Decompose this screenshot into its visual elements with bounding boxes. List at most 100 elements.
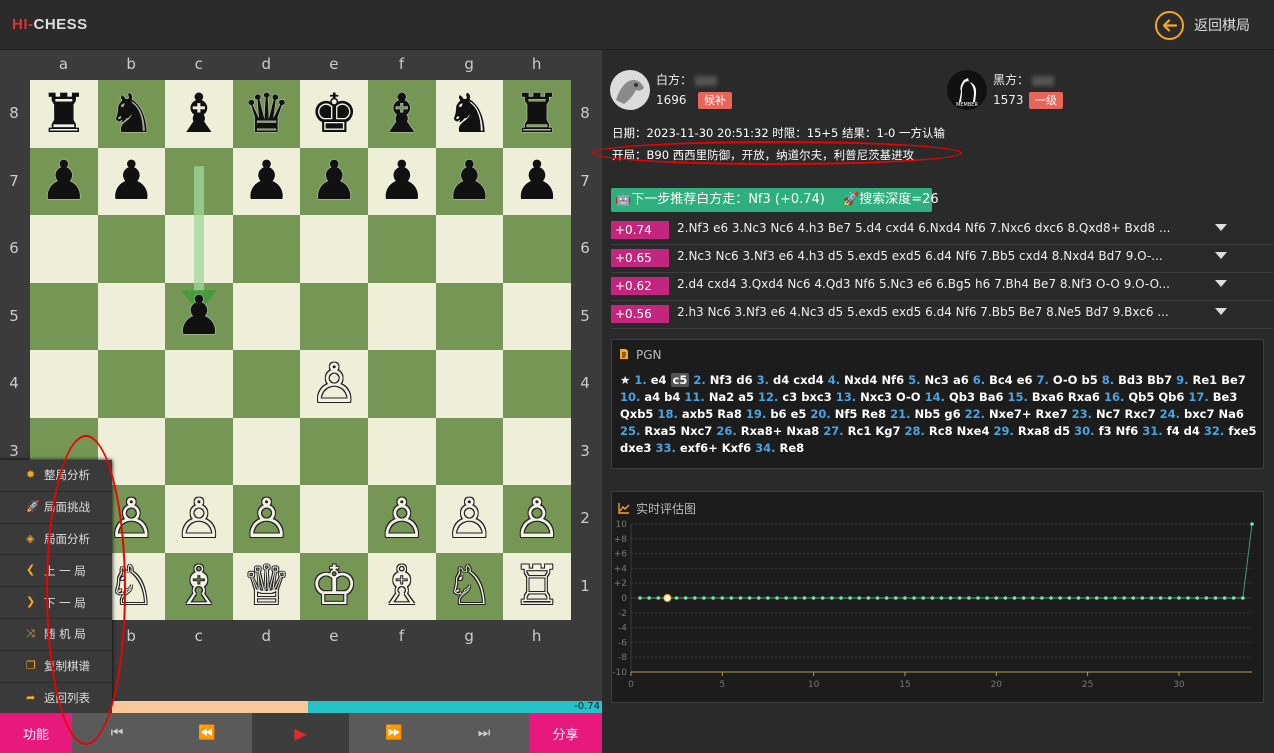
pgn-move[interactable]: bxc3 (801, 390, 831, 404)
pgn-move[interactable]: e6 (1017, 373, 1033, 387)
pgn-move[interactable]: b6 (770, 407, 786, 421)
pgn-move[interactable]: Rxa6 (1068, 390, 1100, 404)
pgn-move[interactable]: Rc8 (929, 424, 953, 438)
caret-down-icon[interactable] (1215, 308, 1227, 315)
black-bishop-icon[interactable]: ♝ (368, 80, 436, 148)
pgn-move[interactable]: d6 (736, 373, 752, 387)
pgn-move[interactable]: Nc7 (1096, 407, 1120, 421)
pgn-move[interactable]: Rxc7 (1124, 407, 1155, 421)
pgn-move[interactable]: Nxa8 (786, 424, 819, 438)
black-pawn-icon[interactable]: ♟ (503, 148, 571, 216)
pgn-move[interactable]: Nxe7+ (989, 407, 1031, 421)
last-move-button[interactable]: ⏭ (439, 713, 529, 753)
pgn-move[interactable]: g6 (944, 407, 960, 421)
black-avatar[interactable]: MEMBER (947, 70, 987, 110)
pgn-move[interactable]: d4 (773, 373, 789, 387)
black-pawn-icon[interactable]: ♟ (30, 148, 98, 216)
pgn-move[interactable]: Nxc3 (860, 390, 892, 404)
black-queen-icon[interactable]: ♛ (233, 80, 301, 148)
share-button[interactable]: 分享 (529, 713, 602, 753)
pgn-move[interactable]: Be7 (1221, 373, 1246, 387)
pgn-move[interactable]: Re8 (779, 441, 804, 455)
black-pawn-icon[interactable]: ♟ (165, 283, 233, 351)
pgn-move[interactable]: Na6 (1218, 407, 1243, 421)
white-pawn-icon[interactable]: ♙ (300, 350, 368, 418)
pgn-move[interactable]: Na2 (709, 390, 734, 404)
pgn-move[interactable]: Qb6 (1158, 390, 1184, 404)
pgn-move[interactable]: O-O (896, 390, 921, 404)
pgn-move[interactable]: Rxa8 (1018, 424, 1050, 438)
white-pawn-icon[interactable]: ♙ (165, 485, 233, 553)
black-pawn-icon[interactable]: ♟ (98, 148, 166, 216)
pgn-move[interactable]: a4 (644, 390, 660, 404)
pgn-move[interactable]: e5 (791, 407, 807, 421)
pgn-move[interactable]: Nf3 (710, 373, 733, 387)
caret-down-icon[interactable] (1215, 280, 1227, 287)
pgn-move[interactable]: O-O (1053, 373, 1078, 387)
pgn-move[interactable]: f3 (1099, 424, 1112, 438)
white-rook-icon[interactable]: ♖ (503, 553, 571, 621)
pgn-move[interactable]: cxd4 (793, 373, 823, 387)
white-queen-icon[interactable]: ♕ (233, 553, 301, 621)
caret-down-icon[interactable] (1215, 252, 1227, 259)
pgn-move[interactable]: Re1 (1193, 373, 1218, 387)
pgn-move[interactable]: Bc4 (989, 373, 1013, 387)
white-pawn-icon[interactable]: ♙ (368, 485, 436, 553)
engine-line[interactable]: +0.62 2.d4 cxd4 3.Qxd4 Nc6 4.Qd3 Nf6 5.Nc… (611, 274, 1273, 301)
pgn-move[interactable]: Qb3 (949, 390, 975, 404)
pgn-move[interactable]: Nf5 (835, 407, 858, 421)
pgn-move[interactable]: Nb5 (915, 407, 941, 421)
black-bishop-icon[interactable]: ♝ (165, 80, 233, 148)
next-move-button[interactable]: ⏩ (349, 713, 439, 753)
white-bishop-icon[interactable]: ♗ (165, 553, 233, 621)
engine-line[interactable]: +0.56 2.h3 Nc6 3.Nf3 e6 4.Nc3 d5 5.exd5 e… (611, 302, 1273, 329)
pgn-move[interactable]: c5 (670, 373, 690, 387)
white-pawn-icon[interactable]: ♙ (436, 485, 504, 553)
pgn-move[interactable]: a5 (738, 390, 754, 404)
pgn-move[interactable]: bxc7 (1184, 407, 1214, 421)
white-bishop-icon[interactable]: ♗ (368, 553, 436, 621)
pgn-move[interactable]: Kg7 (875, 424, 900, 438)
pgn-move[interactable]: Nf6 (881, 373, 904, 387)
pgn-move[interactable]: Bxa6 (1032, 390, 1064, 404)
pgn-move[interactable]: Qb5 (1128, 390, 1154, 404)
black-knight-icon[interactable]: ♞ (98, 80, 166, 148)
caret-down-icon[interactable] (1215, 224, 1227, 231)
pgn-move[interactable]: Be3 (1213, 390, 1238, 404)
pgn-move[interactable]: Bd3 (1118, 373, 1143, 387)
pgn-move[interactable]: Bb7 (1147, 373, 1172, 387)
white-king-icon[interactable]: ♔ (300, 553, 368, 621)
pgn-move[interactable]: fxe5 (1228, 424, 1256, 438)
function-button[interactable]: 功能 (0, 713, 72, 753)
pgn-move[interactable]: exf6+ (680, 441, 718, 455)
black-pawn-icon[interactable]: ♟ (300, 148, 368, 216)
pgn-move[interactable]: d4 (1184, 424, 1200, 438)
pgn-move[interactable]: dxe3 (620, 441, 651, 455)
pgn-move[interactable]: Nxe4 (957, 424, 990, 438)
black-rook-icon[interactable]: ♜ (30, 80, 98, 148)
pgn-move[interactable]: f4 (1167, 424, 1180, 438)
pgn-move[interactable]: Ba6 (979, 390, 1004, 404)
black-pawn-icon[interactable]: ♟ (233, 148, 301, 216)
white-knight-icon[interactable]: ♘ (436, 553, 504, 621)
black-pawn-icon[interactable]: ♟ (436, 148, 504, 216)
pgn-move[interactable]: Rxa8+ (741, 424, 783, 438)
pgn-move[interactable]: d5 (1054, 424, 1070, 438)
pgn-move[interactable]: Rc1 (848, 424, 872, 438)
pgn-move[interactable]: b5 (1081, 373, 1097, 387)
pgn-move[interactable]: axb5 (682, 407, 713, 421)
white-pawn-icon[interactable]: ♙ (233, 485, 301, 553)
pgn-move[interactable]: Nxd4 (844, 373, 877, 387)
pgn-move[interactable]: Ra8 (717, 407, 742, 421)
previous-move-button[interactable]: ⏪ (162, 713, 252, 753)
pgn-move[interactable]: Rxa5 (644, 424, 676, 438)
black-king-icon[interactable]: ♚ (300, 80, 368, 148)
pgn-move[interactable]: Nxc7 (680, 424, 712, 438)
pgn-move[interactable]: Kxf6 (722, 441, 751, 455)
pgn-move[interactable]: a6 (953, 373, 969, 387)
black-pawn-icon[interactable]: ♟ (368, 148, 436, 216)
pgn-move[interactable]: b4 (664, 390, 680, 404)
pgn-move[interactable]: c3 (782, 390, 797, 404)
pgn-move[interactable]: Re8 (861, 407, 886, 421)
black-rook-icon[interactable]: ♜ (503, 80, 571, 148)
